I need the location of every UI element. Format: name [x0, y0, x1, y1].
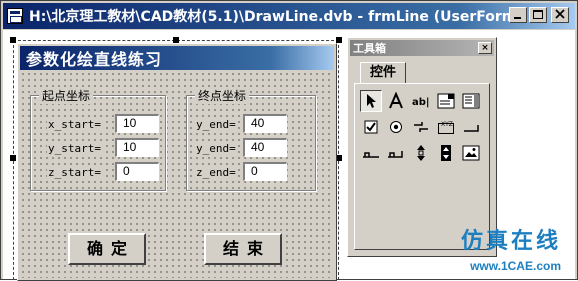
resize-handle-left[interactable]	[10, 155, 16, 161]
multipage-tool[interactable]	[385, 142, 407, 164]
checkbox-tool[interactable]	[360, 116, 382, 138]
end-point-frame-label: 终点坐标	[195, 87, 250, 104]
form-designer-area: 参数化绘直线练习 起点坐标 x_start= 10 y_start= 10 z_…	[3, 30, 575, 281]
label-tool[interactable]	[385, 90, 407, 112]
close-icon	[555, 9, 565, 19]
end-button[interactable]: 结束	[204, 233, 282, 265]
maximize-icon	[533, 10, 543, 19]
minimize-button[interactable]	[509, 7, 527, 23]
listbox-icon	[462, 93, 480, 109]
frame-tool[interactable]: XYZ	[435, 116, 457, 138]
tabstrip-tool[interactable]	[360, 142, 382, 164]
optionbutton-icon	[390, 121, 402, 133]
y-start-input[interactable]: 10	[115, 138, 159, 157]
x-start-label: x_start=	[47, 118, 102, 131]
combobox-icon	[437, 93, 455, 109]
start-point-frame-label: 起点坐标	[39, 87, 94, 104]
window-controls	[509, 7, 569, 23]
listbox-tool[interactable]	[460, 90, 482, 112]
window-title: H:\北京理工教材\CAD教材(5.1)\DrawLine.dvb - frmL…	[29, 9, 523, 25]
userform-icon	[7, 8, 23, 24]
z-start-input[interactable]: 0	[115, 162, 159, 181]
vba-editor-window: H:\北京理工教材\CAD教材(5.1)\DrawLine.dvb - frmL…	[0, 0, 578, 281]
scrollbar-tool[interactable]	[410, 142, 432, 164]
image-icon	[462, 145, 480, 161]
commandbutton-icon	[464, 125, 479, 132]
watermark-title: 仿真在线	[460, 229, 561, 254]
toolbox-title-bar[interactable]: 工具箱 ×	[350, 40, 494, 56]
commandbutton-tool[interactable]	[460, 116, 482, 138]
watermark-url: www.1CAE.com	[470, 259, 561, 273]
pointer-icon	[367, 94, 376, 108]
optionbutton-tool[interactable]	[385, 116, 407, 138]
textbox-icon: ab|	[412, 97, 430, 108]
minimize-icon	[514, 17, 521, 19]
form-body[interactable]: 起点坐标 x_start= 10 y_start= 10 z_start= 0 …	[20, 71, 334, 278]
y-end-label: y_end=	[195, 142, 237, 155]
textbox-tool[interactable]: ab|	[410, 90, 432, 112]
x-end-label: y_end=	[195, 118, 237, 131]
togglebutton-tool[interactable]	[410, 116, 432, 138]
z-end-label: z_end=	[195, 166, 237, 179]
resize-handle-top-left[interactable]	[10, 37, 16, 43]
label-icon	[389, 92, 403, 109]
z-start-label: z_start=	[47, 166, 102, 179]
tabstrip-icon	[363, 152, 379, 158]
toolbox-title: 工具箱	[353, 42, 386, 55]
x-start-input[interactable]: 10	[115, 114, 159, 133]
start-point-frame[interactable]: 起点坐标 x_start= 10 y_start= 10 z_start= 0	[30, 87, 166, 191]
window-title-bar[interactable]: H:\北京理工教材\CAD教材(5.1)\DrawLine.dvb - frmL…	[3, 3, 575, 29]
y-end-input[interactable]: 40	[243, 138, 287, 157]
multipage-icon	[388, 151, 403, 158]
checkbox-icon	[364, 120, 378, 134]
x-end-input[interactable]: 40	[243, 114, 287, 133]
spinbutton-icon	[441, 145, 451, 161]
maximize-button[interactable]	[529, 7, 547, 23]
svg-text:ab|: ab|	[412, 97, 430, 108]
tab-controls[interactable]: 控件	[360, 62, 406, 84]
spinbutton-tool[interactable]	[435, 142, 457, 164]
image-tool[interactable]	[460, 142, 482, 164]
pointer-tool[interactable]	[360, 90, 382, 112]
togglebutton-icon	[414, 122, 428, 132]
end-point-frame[interactable]: 终点坐标 y_end= 40 y_end= 40 z_end= 0	[186, 87, 316, 191]
frame-icon: XYZ	[438, 121, 454, 134]
z-end-input[interactable]: 0	[243, 162, 287, 181]
form-title-bar: 参数化绘直线练习	[20, 46, 334, 70]
form-caption: 参数化绘直线练习	[26, 50, 163, 69]
close-button[interactable]	[551, 7, 569, 23]
toolbox-close-button[interactable]: ×	[478, 42, 492, 54]
scrollbar-icon	[417, 145, 425, 161]
userform-frmline[interactable]: 参数化绘直线练习 起点坐标 x_start= 10 y_start= 10 z_…	[17, 43, 337, 281]
svg-text:XYZ: XYZ	[441, 121, 453, 128]
ok-button[interactable]: 确定	[68, 233, 146, 265]
watermark: 仿真在线 www.1CAE.com	[447, 223, 567, 273]
combobox-tool[interactable]	[435, 90, 457, 112]
y-start-label: y_start=	[47, 142, 102, 155]
